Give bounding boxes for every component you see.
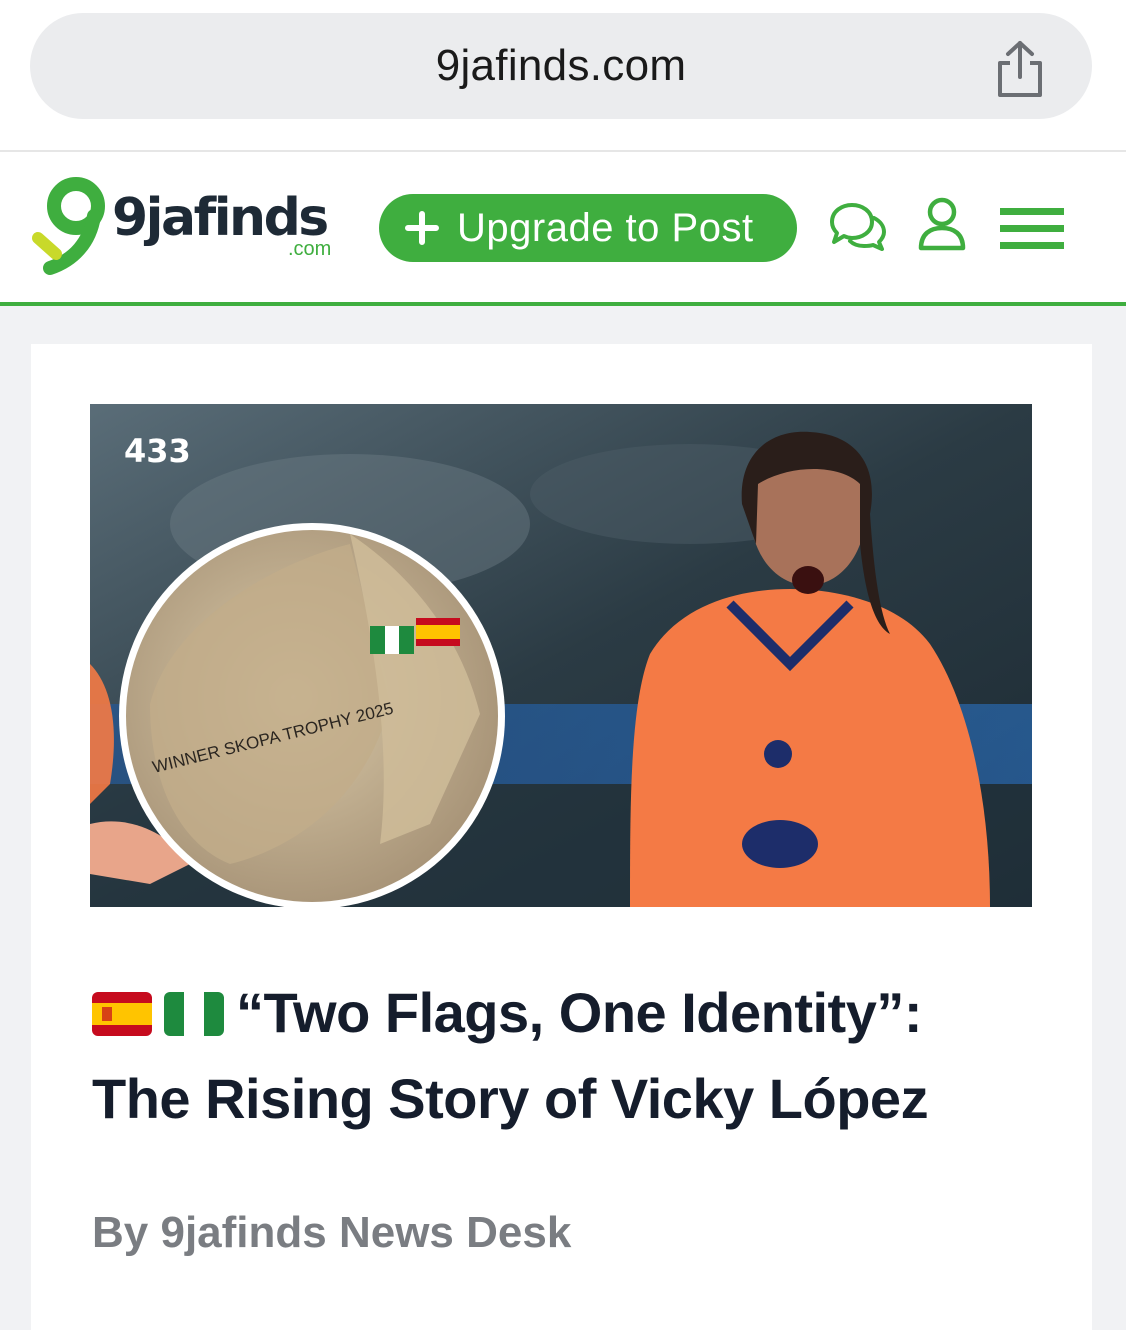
url-text[interactable]: 9jafinds.com	[30, 13, 1092, 119]
nigeria-flag-icon	[164, 976, 224, 1058]
article-hero-image[interactable]: WINNER SKOPA TROPHY 2025 433	[90, 404, 1032, 907]
upgrade-button-label: Upgrade to Post	[457, 205, 754, 250]
logo-mark-icon	[32, 177, 105, 275]
site-logo[interactable]: 9jafinds .com	[28, 172, 348, 276]
site-header: 9jafinds .com Upgrade to Post	[0, 152, 1126, 306]
article-title: “Two Flags, One Identity”: The Rising St…	[92, 972, 1052, 1140]
media-watermark: 433	[124, 432, 191, 470]
user-account-icon[interactable]	[916, 196, 968, 252]
upgrade-to-post-button[interactable]: Upgrade to Post	[379, 194, 797, 262]
article-title-line1: “Two Flags, One Identity”:	[236, 981, 923, 1044]
hamburger-menu-icon[interactable]	[1000, 206, 1064, 252]
address-bar[interactable]: 9jafinds.com	[30, 13, 1092, 119]
plus-icon	[405, 211, 439, 245]
article-title-line2: The Rising Story of Vicky López	[92, 1067, 929, 1130]
article-byline: By 9jafinds News Desk	[92, 1208, 572, 1257]
share-icon[interactable]	[992, 39, 1048, 99]
logo-domain-suffix: .com	[288, 238, 332, 260]
chat-bubbles-icon[interactable]	[826, 200, 888, 252]
spain-flag-icon	[92, 976, 152, 1058]
browser-toolbar: 9jafinds.com	[0, 0, 1126, 152]
